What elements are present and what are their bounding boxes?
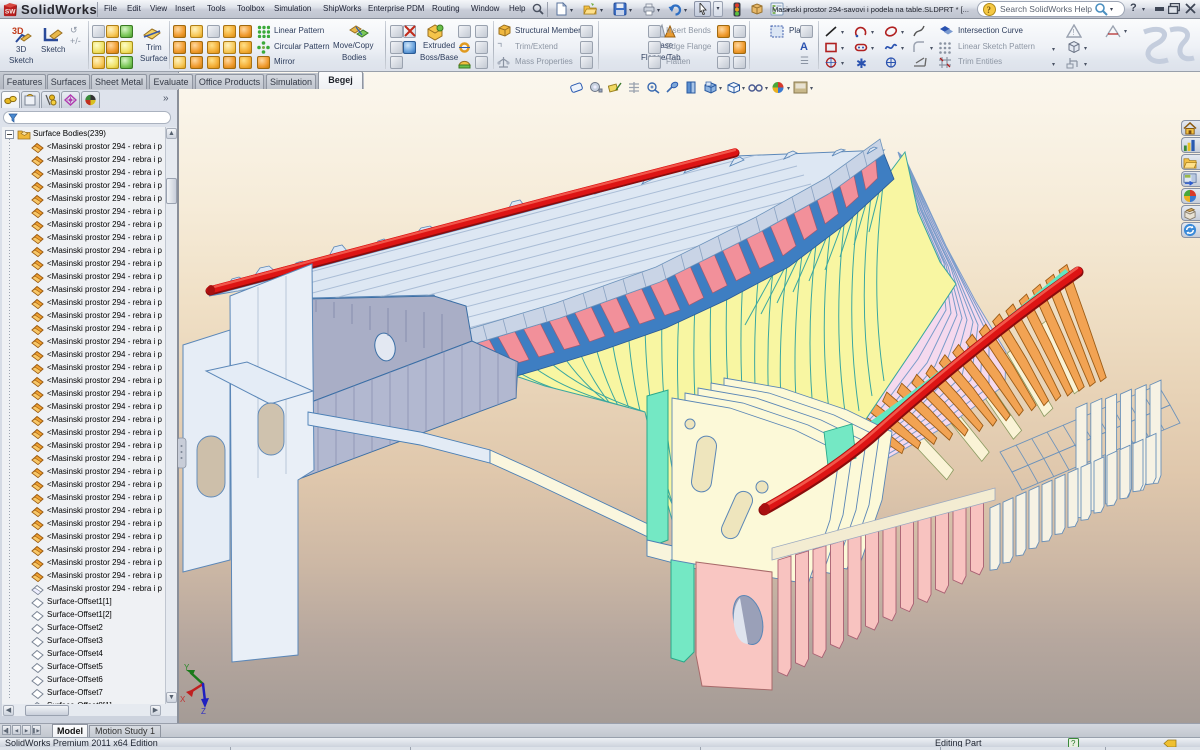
svg-text:Z: Z	[201, 707, 206, 716]
svg-text:!: !	[1073, 28, 1075, 37]
svg-text:Y: Y	[184, 663, 190, 672]
svg-text:X: X	[180, 695, 186, 704]
svg-text:SW: SW	[5, 8, 16, 15]
svg-text:?: ?	[987, 5, 992, 15]
